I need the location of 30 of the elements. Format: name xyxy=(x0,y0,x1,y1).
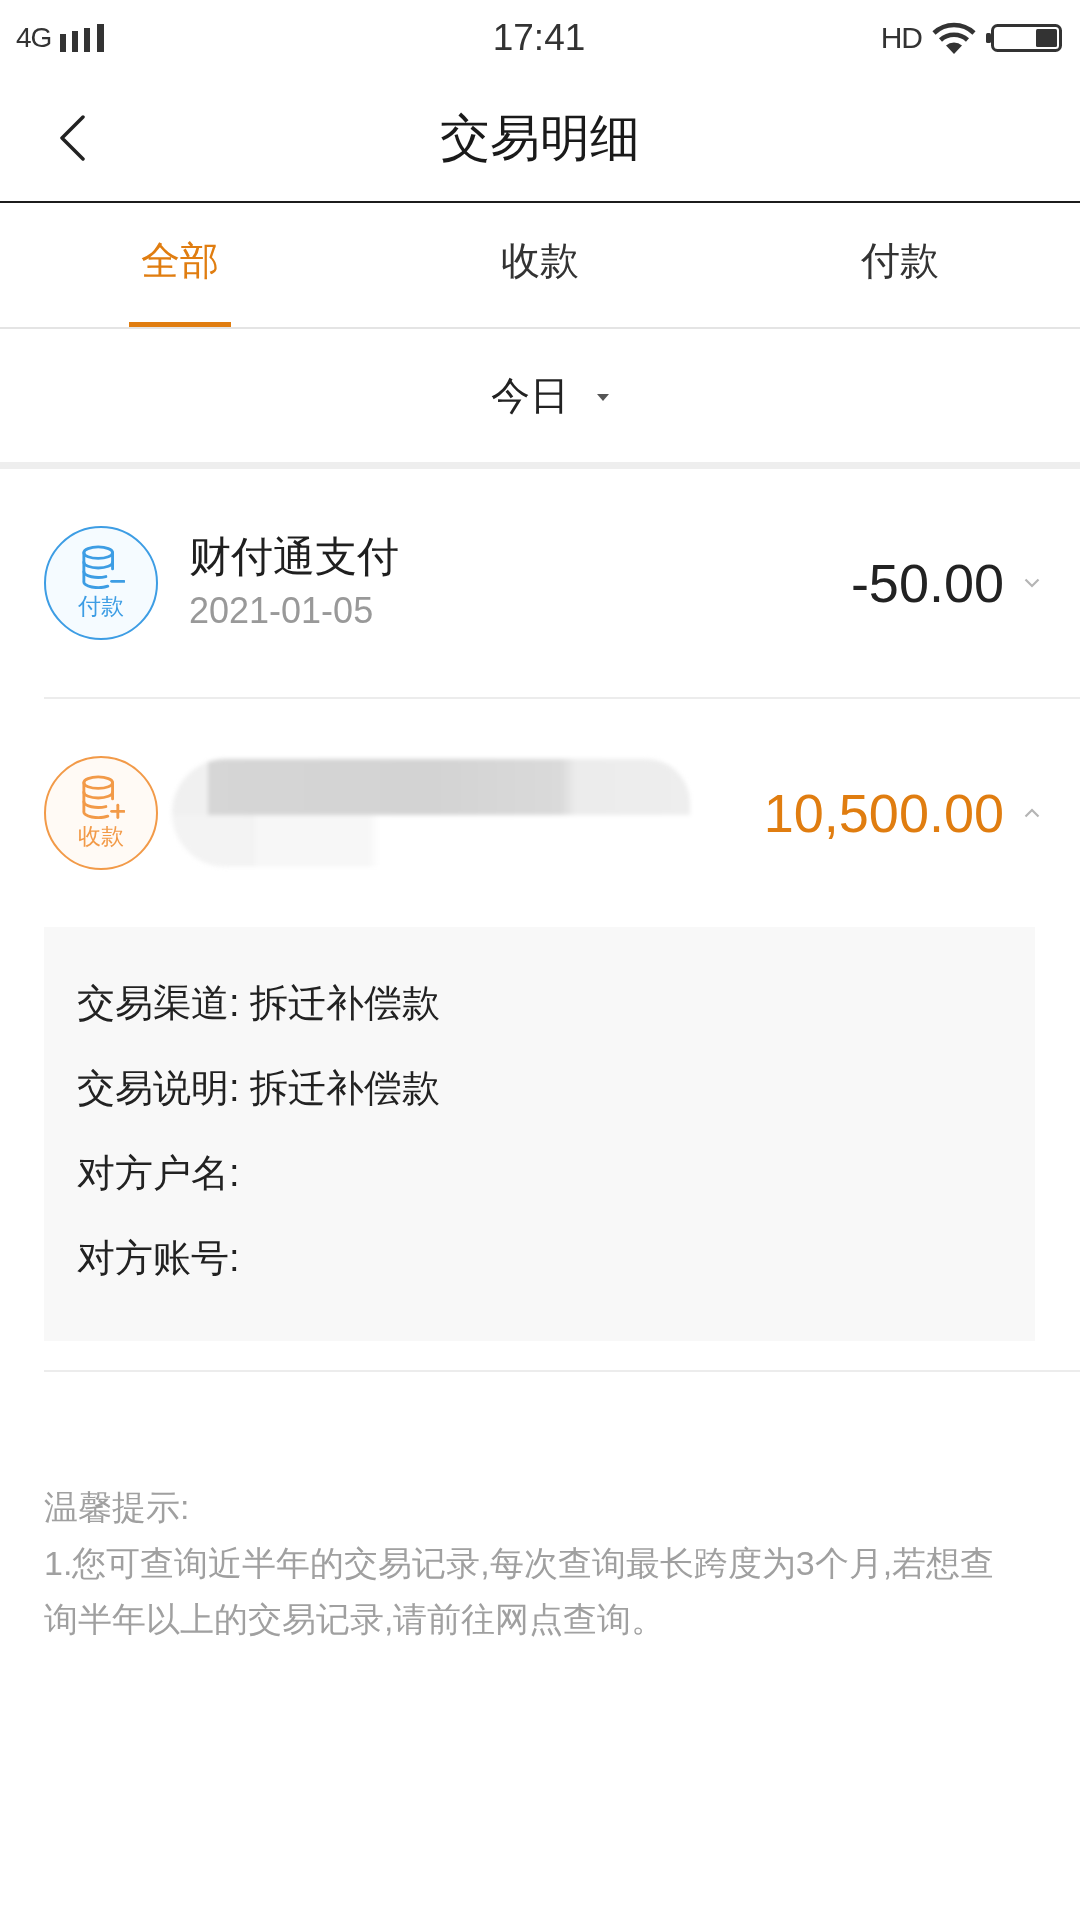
hd-label: HD xyxy=(880,20,922,55)
tips-title: 温馨提示: xyxy=(44,1487,190,1528)
tab[interactable]: 付款 xyxy=(720,203,1080,327)
detail-label: 对方账号: xyxy=(77,1236,240,1281)
badge-label: 付款 xyxy=(78,592,124,621)
back-icon[interactable] xyxy=(58,115,86,161)
detail-label: 对方户名: xyxy=(77,1151,240,1196)
detail-label: 交易说明: xyxy=(77,1066,240,1111)
transaction-name: 财付通支付 xyxy=(189,532,400,582)
status-time: 17:41 xyxy=(492,16,586,59)
date-filter-dropdown[interactable]: 今日 xyxy=(471,368,609,423)
caret-down-icon xyxy=(597,394,609,401)
tab[interactable]: 收款 xyxy=(360,203,720,327)
database-plus-icon xyxy=(81,775,125,819)
transaction-amount: 10,500.00 xyxy=(763,782,1004,844)
transaction-amount: -50.00 xyxy=(850,552,1004,614)
database-minus-icon xyxy=(81,545,125,589)
detail-value: 拆迁补偿款 xyxy=(249,981,440,1026)
wifi-icon xyxy=(932,21,976,54)
page-title: 交易明细 xyxy=(440,108,640,168)
badge-label: 收款 xyxy=(78,822,124,851)
tip-text: 1.您可查询近半年的交易记录,每次查询最长跨度为3个月,若想查询半年以上的交易记录,请前往网点查询。 xyxy=(44,1543,996,1640)
chevron-up-icon[interactable] xyxy=(1024,808,1040,818)
network-type: 4G xyxy=(16,21,52,54)
chevron-down-icon[interactable] xyxy=(1024,578,1040,588)
transaction-date: 2021-01-05 xyxy=(189,589,375,633)
detail-value: 拆迁补偿款 xyxy=(249,1066,440,1111)
detail-label: 交易渠道: xyxy=(77,981,240,1026)
signal-icon xyxy=(60,23,105,52)
battery-icon xyxy=(986,23,1062,52)
